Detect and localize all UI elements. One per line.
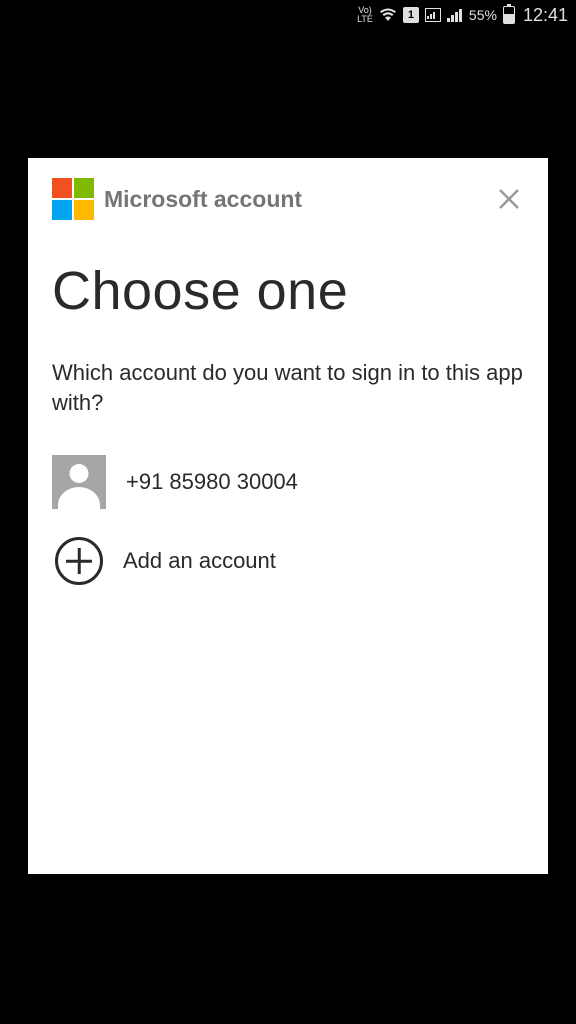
add-account-button[interactable]: Add an account bbox=[52, 529, 524, 593]
status-bar: Vo) LTE 1 55% 12:41 bbox=[0, 0, 576, 30]
wifi-icon bbox=[379, 8, 397, 22]
battery-icon bbox=[503, 6, 515, 24]
heading: Choose one bbox=[52, 260, 524, 322]
add-account-label: Add an account bbox=[123, 548, 276, 574]
dialog-header: Microsoft account bbox=[52, 178, 524, 220]
avatar-icon bbox=[52, 455, 106, 509]
dialog-title: Microsoft account bbox=[104, 186, 484, 213]
account-label: +91 85980 30004 bbox=[126, 469, 298, 495]
account-chooser-dialog: Microsoft account Choose one Which accou… bbox=[28, 158, 548, 874]
clock: 12:41 bbox=[523, 5, 568, 26]
close-icon bbox=[498, 188, 520, 210]
battery-percent: 55% bbox=[469, 7, 497, 23]
close-button[interactable] bbox=[494, 183, 524, 215]
sim-indicator: 1 bbox=[403, 7, 419, 23]
account-list: +91 85980 30004 Add an account bbox=[52, 447, 524, 593]
microsoft-logo-icon bbox=[52, 178, 94, 220]
account-item[interactable]: +91 85980 30004 bbox=[52, 447, 524, 517]
signal-icon-2 bbox=[447, 8, 463, 22]
subtext: Which account do you want to sign in to … bbox=[52, 358, 524, 417]
volte-indicator: Vo) LTE bbox=[357, 6, 373, 24]
signal-icon-1 bbox=[425, 8, 441, 22]
plus-icon bbox=[55, 537, 103, 585]
